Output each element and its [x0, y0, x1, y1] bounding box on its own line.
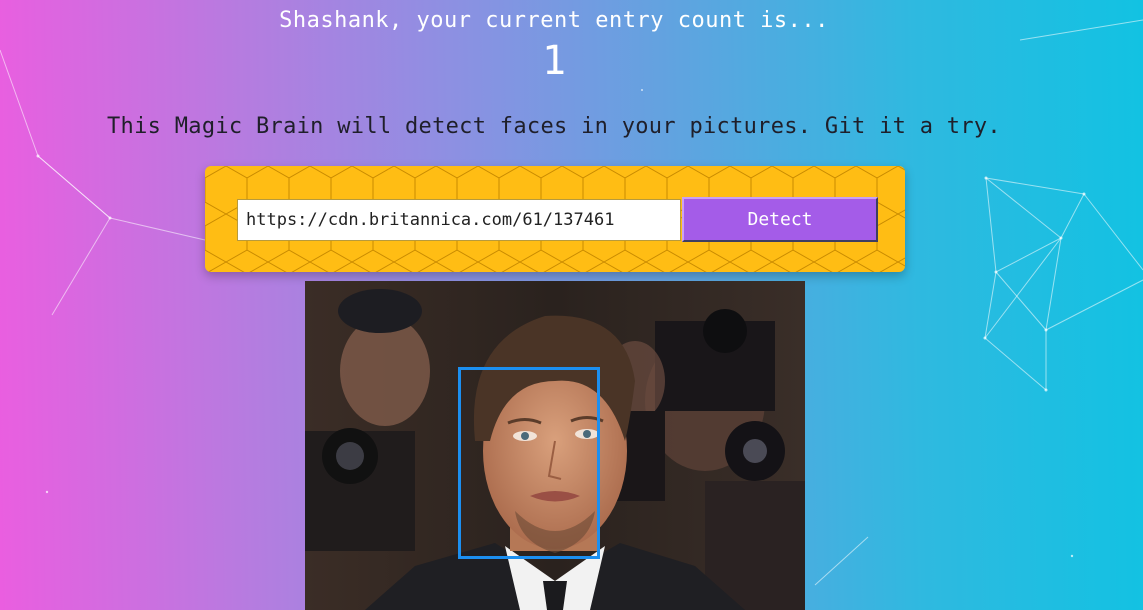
image-url-input[interactable]: [237, 199, 681, 241]
entry-count-value: 1: [541, 38, 567, 84]
detect-button[interactable]: Detect: [682, 197, 878, 242]
entry-count-greeting: Shashank, your current entry count is...: [279, 8, 829, 33]
face-bounding-box: [458, 367, 600, 559]
app-tagline: This Magic Brain will detect faces in yo…: [107, 114, 1001, 139]
